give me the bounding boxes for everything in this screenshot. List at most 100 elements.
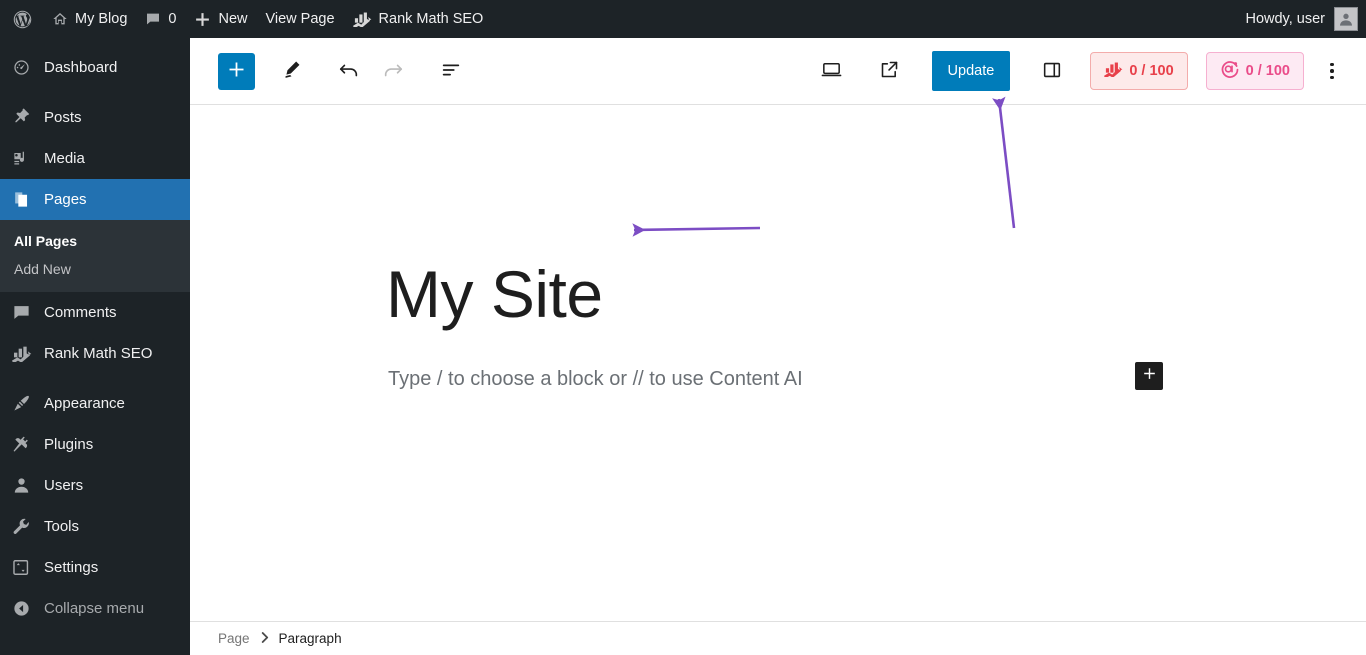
sidebar-submenu-item-add-new[interactable]: Add New	[0, 255, 190, 283]
sidebar-item-comments[interactable]: Comments	[0, 292, 190, 333]
sidebar-item-rank-math-seo[interactable]: Rank Math SEO	[0, 333, 190, 374]
plus-icon	[1141, 365, 1158, 387]
breadcrumb-item-page[interactable]: Page	[218, 631, 250, 646]
plus-icon	[194, 11, 211, 28]
preview-button[interactable]	[812, 51, 852, 91]
sidebar-item-users[interactable]: Users	[0, 465, 190, 506]
content-ai-score-label: 0 / 100	[1245, 63, 1290, 79]
rank-math-logo-icon	[1104, 62, 1123, 81]
paragraph-block-placeholder[interactable]: Type / to choose a block or // to use Co…	[388, 368, 803, 391]
sidebar-item-label: Appearance	[44, 395, 125, 412]
comment-bubble-icon	[145, 11, 161, 27]
desktop-preview-icon	[820, 58, 843, 84]
pin-icon	[12, 108, 42, 127]
sidebar-collapse-menu-button[interactable]: Collapse menu	[0, 588, 190, 629]
dashboard-gauge-icon	[12, 58, 42, 77]
update-button[interactable]: Update	[931, 51, 1011, 91]
admin-bar-account[interactable]: Howdy, user	[1245, 7, 1366, 31]
kebab-dot	[1330, 75, 1334, 80]
content-ai-icon	[1220, 59, 1240, 83]
sidebar-item-label: Media	[44, 150, 85, 167]
content-ai-score-badge[interactable]: 0 / 100	[1205, 52, 1304, 90]
editor-toolbar: Update 0 / 100 0 / 100	[190, 38, 1366, 105]
chevron-left-circle-icon	[12, 599, 42, 618]
undo-button[interactable]	[329, 51, 369, 91]
sidebar-item-settings[interactable]: Settings	[0, 547, 190, 588]
sidebar-separator-2	[0, 374, 190, 383]
add-block-button[interactable]	[218, 52, 255, 90]
user-icon	[12, 476, 42, 495]
kebab-dot	[1330, 69, 1334, 73]
sidebar-item-pages[interactable]: Pages	[0, 179, 198, 220]
admin-bar-comments[interactable]: 0	[136, 0, 185, 38]
paintbrush-icon	[12, 394, 42, 413]
admin-bar-new-content[interactable]: New	[185, 0, 256, 38]
comment-bubble-icon	[12, 303, 42, 322]
sidebar-panel-icon	[1041, 59, 1063, 84]
admin-bar-view-page-label: View Page	[265, 11, 335, 27]
user-avatar-icon	[1334, 7, 1358, 31]
kebab-dot	[1330, 62, 1334, 67]
post-title[interactable]: My Site	[386, 257, 603, 333]
redo-button[interactable]	[373, 51, 413, 91]
sidebar-submenu-item-all-pages[interactable]: All Pages	[0, 227, 190, 255]
admin-bar-rank-math-label: Rank Math SEO	[378, 11, 484, 27]
sliders-icon	[12, 558, 42, 577]
block-editor: Update 0 / 100 0 / 100 My Site Type / to…	[190, 38, 1366, 655]
sidebar-item-media[interactable]: Media	[0, 138, 190, 179]
kebab-menu-icon[interactable]	[1314, 51, 1350, 91]
home-icon	[52, 11, 68, 27]
sidebar-item-label: Tools	[44, 518, 80, 535]
rank-math-logo-icon	[12, 346, 42, 362]
tools-pencil-button[interactable]	[271, 51, 311, 91]
sidebar-item-label: Posts	[44, 109, 82, 126]
sidebar-separator-1	[0, 88, 190, 97]
sidebar-item-label: Dashboard	[44, 59, 118, 76]
sidebar-item-label: Pages	[44, 191, 87, 208]
editor-toolbar-left-group	[190, 51, 471, 91]
editor-toolbar-right-group: Update 0 / 100 0 / 100	[812, 51, 1350, 91]
pencil-icon	[281, 59, 302, 83]
sidebar-item-dashboard[interactable]: Dashboard	[0, 47, 190, 88]
sidebar-item-posts[interactable]: Posts	[0, 97, 190, 138]
sidebar-spacer-top	[0, 38, 190, 47]
redo-arrow-icon	[382, 59, 404, 84]
chevron-right-icon	[260, 631, 269, 647]
settings-sidebar-button[interactable]	[1032, 51, 1072, 91]
undo-arrow-icon	[338, 59, 360, 84]
sidebar-item-label: Rank Math SEO	[44, 345, 153, 362]
document-overview-button[interactable]	[431, 51, 471, 91]
seo-score-badge[interactable]: 0 / 100	[1090, 52, 1188, 90]
breadcrumb-item-paragraph[interactable]: Paragraph	[279, 631, 342, 646]
admin-sidebar: Dashboard Posts Media Pages All Pages Ad…	[0, 38, 198, 655]
wrench-icon	[12, 517, 42, 536]
admin-bar-howdy-label: Howdy, user	[1245, 11, 1325, 27]
admin-bar-view-page[interactable]: View Page	[256, 0, 343, 38]
admin-bar-new-label: New	[218, 11, 248, 27]
editor-canvas: My Site Type / to choose a block or // t…	[190, 105, 1366, 632]
view-page-button[interactable]	[870, 51, 910, 91]
wordpress-logo-icon	[12, 9, 33, 30]
external-link-icon	[879, 59, 900, 83]
sidebar-item-plugins[interactable]: Plugins	[0, 424, 190, 465]
plus-icon	[226, 59, 247, 83]
wordpress-logo-button[interactable]	[0, 0, 43, 38]
rank-math-logo-icon	[352, 12, 372, 27]
plug-icon	[12, 435, 42, 454]
media-camera-music-icon	[12, 149, 42, 168]
admin-bar-rank-math[interactable]: Rank Math SEO	[344, 0, 493, 38]
pages-stack-icon	[12, 190, 42, 209]
sidebar-item-appearance[interactable]: Appearance	[0, 383, 190, 424]
admin-bar-site-name[interactable]: My Blog	[43, 0, 136, 38]
sidebar-item-label: Users	[44, 477, 84, 494]
sidebar-item-label: Comments	[44, 304, 117, 321]
admin-bar-site-name-label: My Blog	[75, 11, 128, 27]
sidebar-item-tools[interactable]: Tools	[0, 506, 190, 547]
admin-bar-comments-count: 0	[168, 11, 177, 27]
sidebar-submenu-pages: All Pages Add New	[0, 220, 190, 292]
block-appender-button[interactable]	[1135, 362, 1163, 390]
seo-score-label: 0 / 100	[1129, 63, 1174, 79]
sidebar-item-label: Settings	[44, 559, 99, 576]
list-view-icon	[440, 59, 462, 84]
sidebar-collapse-menu-label: Collapse menu	[44, 600, 145, 617]
